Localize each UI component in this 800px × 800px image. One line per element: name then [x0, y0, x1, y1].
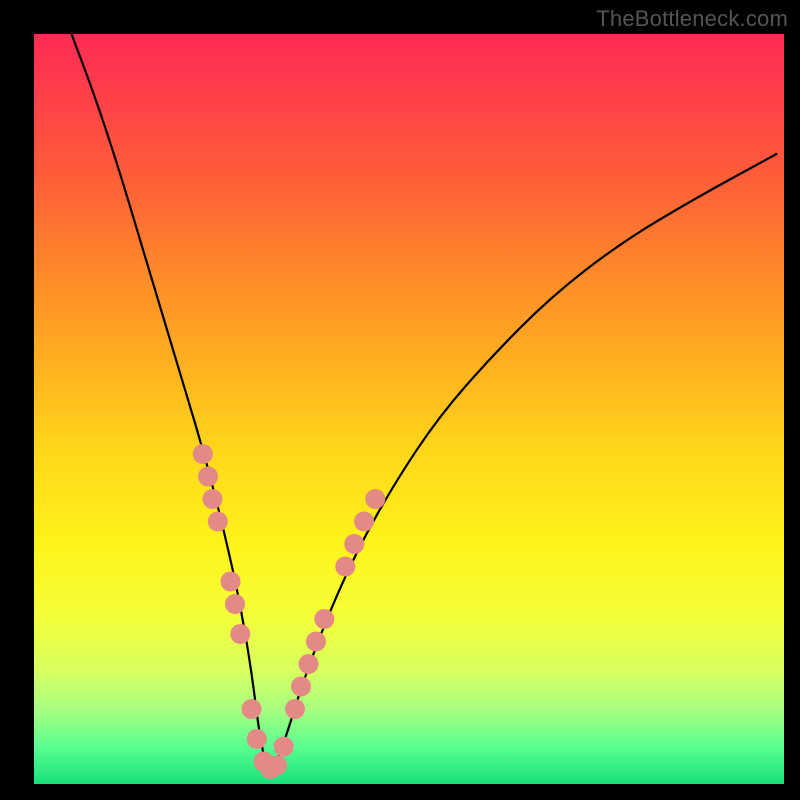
bottleneck-curve: [72, 34, 777, 769]
data-marker: [230, 624, 250, 644]
data-marker: [225, 594, 245, 614]
data-marker: [267, 755, 287, 775]
data-marker: [198, 467, 218, 487]
data-marker: [344, 534, 364, 554]
data-marker: [221, 572, 241, 592]
data-marker: [193, 444, 213, 464]
data-marker: [354, 512, 374, 532]
data-marker: [274, 737, 294, 757]
data-marker: [247, 729, 267, 749]
chart-stage: TheBottleneck.com: [0, 0, 800, 800]
plot-area: [34, 34, 784, 784]
curve-svg: [34, 34, 784, 784]
data-marker: [242, 699, 262, 719]
watermark-text: TheBottleneck.com: [596, 6, 788, 32]
data-marker: [306, 632, 326, 652]
data-marker: [335, 557, 355, 577]
data-marker: [299, 654, 319, 674]
data-marker: [203, 489, 223, 509]
data-marker: [291, 677, 311, 697]
data-marker: [314, 609, 334, 629]
data-marker: [285, 699, 305, 719]
data-marker: [208, 512, 228, 532]
data-marker: [365, 489, 385, 509]
